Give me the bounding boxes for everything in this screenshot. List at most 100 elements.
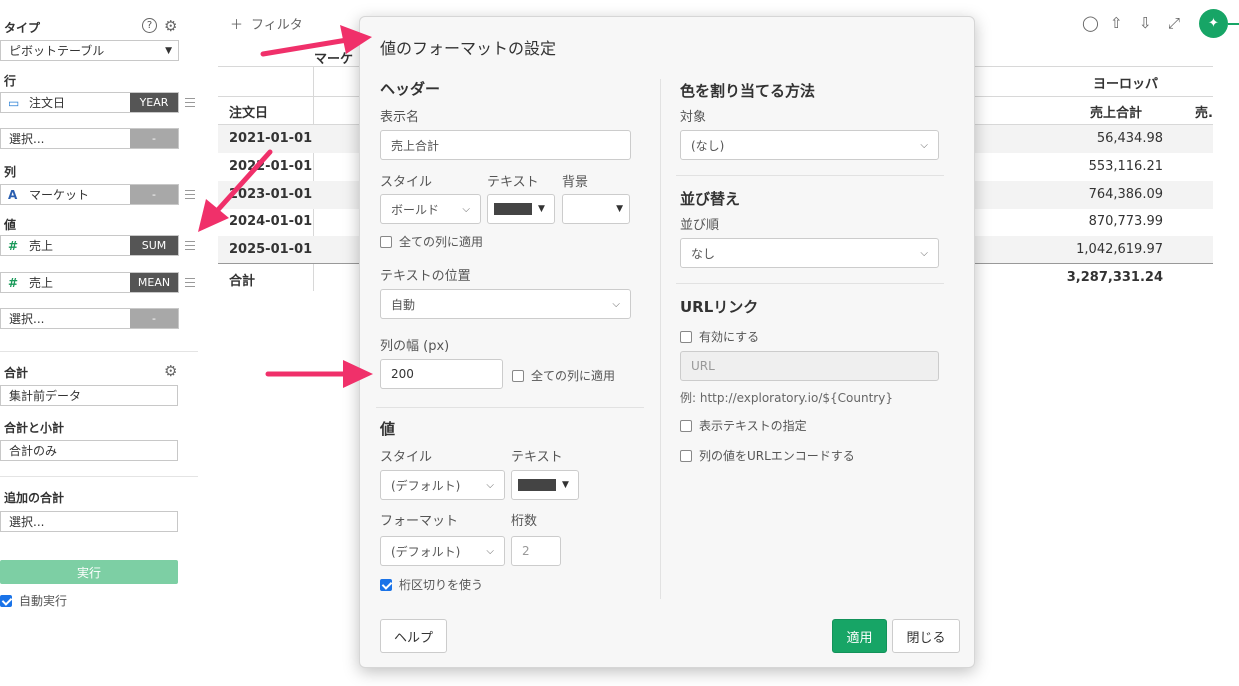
col-width-input[interactable]: 200	[380, 359, 503, 389]
download-icon[interactable]: ⇩	[1139, 14, 1152, 32]
digits-input[interactable]: 2	[511, 536, 561, 566]
display-name-label: 表示名	[380, 110, 420, 125]
col-field-menu-icon[interactable]	[185, 190, 195, 199]
number-type-icon: #	[8, 238, 19, 253]
caret-down-icon: ▼	[538, 204, 545, 214]
pin-icon[interactable]: ✦	[1199, 9, 1228, 38]
header-style-select[interactable]: ボールド ⌵	[380, 194, 481, 224]
row-field[interactable]: ▭ 注文日 YEAR	[0, 92, 179, 113]
total-label: 合計	[4, 366, 29, 380]
header-apply-all-checkbox[interactable]: 全ての列に適用	[380, 233, 483, 250]
value-field-2-menu-icon[interactable]	[185, 278, 195, 287]
close-button[interactable]: 閉じる	[892, 619, 960, 653]
thousands-sep-label: 桁区切りを使う	[399, 578, 484, 592]
total-select[interactable]: 集計前データ	[0, 385, 178, 406]
display-text-checkbox[interactable]: 表示テキストの指定	[680, 417, 807, 434]
run-button[interactable]: 実行	[0, 560, 178, 584]
color-swatch	[518, 479, 556, 491]
subtotal-label: 合計と小計	[4, 421, 65, 435]
target-label: 対象	[680, 110, 707, 125]
gear-icon[interactable]: ⚙	[164, 17, 177, 35]
checkbox-checked-icon[interactable]	[0, 594, 12, 607]
row-select-agg[interactable]: -	[130, 129, 178, 148]
extra-total-label: 追加の合計	[4, 491, 65, 505]
row-value: 56,434.98	[1096, 131, 1163, 146]
checkbox-icon[interactable]	[680, 449, 692, 462]
value-field-1-agg[interactable]: SUM	[130, 236, 178, 255]
header-bg-color-picker[interactable]: ▼	[562, 194, 630, 224]
url-encode-checkbox[interactable]: 列の値をURLエンコードする	[680, 447, 855, 464]
value-header-cut: 売.	[1195, 106, 1213, 121]
value-field-2-agg[interactable]: MEAN	[130, 273, 178, 292]
apply-button[interactable]: 適用	[832, 619, 887, 653]
total-row-label: 合計	[229, 274, 256, 289]
url-input[interactable]: URL	[680, 351, 939, 381]
calendar-icon: ▭	[8, 95, 20, 110]
extra-total-select[interactable]: 選択...	[0, 511, 178, 532]
target-select[interactable]: (なし) ⌵	[680, 130, 939, 160]
width-apply-all-checkbox[interactable]: 全ての列に適用	[512, 367, 615, 384]
filter-button[interactable]: ＋ フィルタ	[230, 14, 303, 33]
section-divider	[376, 407, 644, 408]
checkbox-checked-icon[interactable]	[380, 578, 392, 591]
thousands-sep-checkbox[interactable]: 桁区切りを使う	[380, 576, 483, 593]
value-text-color-picker[interactable]: ▼	[511, 470, 579, 500]
text-pos-label: テキストの位置	[380, 269, 471, 284]
target-value: (なし)	[691, 138, 725, 153]
row-field-menu-icon[interactable]	[185, 98, 195, 107]
sort-order-select[interactable]: なし ⌵	[680, 238, 939, 268]
value-field-1-name: 売上	[29, 239, 54, 253]
sort-order-label: 並び順	[680, 218, 720, 233]
row-date: 2023-01-01	[229, 187, 313, 202]
number-type-icon: #	[8, 275, 19, 290]
value-field-2[interactable]: # 売上 MEAN	[0, 272, 179, 293]
sort-section-title: 並び替え	[680, 190, 741, 208]
value-field-1-menu-icon[interactable]	[185, 241, 195, 250]
chevron-down-icon: ⌵	[612, 298, 620, 310]
col-field-agg[interactable]: -	[130, 185, 178, 204]
dialog-title: 値のフォーマットの設定	[380, 39, 557, 58]
row-select-name: 選択...	[9, 132, 45, 146]
value-text-label: テキスト	[511, 450, 563, 465]
value-header: 売上合計	[1090, 106, 1143, 121]
checkbox-icon[interactable]	[380, 235, 392, 248]
value-style-select[interactable]: (デフォルト) ⌵	[380, 470, 505, 500]
url-encode-label: 列の値をURLエンコードする	[699, 449, 855, 463]
header-text-color-picker[interactable]: ▼	[487, 194, 555, 224]
row-value: 870,773.99	[1088, 214, 1163, 229]
display-name-input[interactable]: 売上合計	[380, 130, 631, 160]
help-button[interactable]: ヘルプ	[380, 619, 447, 653]
url-example: 例: http://exploratory.io/${Country}	[680, 391, 893, 405]
auto-run-label: 自動実行	[19, 594, 68, 608]
subtotal-select[interactable]: 合計のみ	[0, 440, 178, 461]
checkbox-icon[interactable]	[512, 369, 524, 382]
auto-run-checkbox[interactable]: 自動実行	[0, 592, 67, 609]
checkbox-icon[interactable]	[680, 330, 692, 343]
pin-line	[1228, 23, 1239, 25]
row-select[interactable]: 選択... -	[0, 128, 179, 149]
value-select-agg[interactable]: -	[130, 309, 178, 328]
type-select[interactable]: ピボットテーブル ▼	[0, 40, 179, 61]
col-field[interactable]: A マーケット -	[0, 184, 179, 205]
header-style-label: スタイル	[380, 175, 433, 190]
row-header: 注文日	[229, 106, 269, 121]
chevron-down-icon: ⌵	[486, 479, 494, 491]
url-enable-checkbox[interactable]: 有効にする	[680, 328, 759, 345]
value-select[interactable]: 選択... -	[0, 308, 179, 329]
total-gear-icon[interactable]: ⚙	[164, 362, 177, 380]
extra-total-select-value: 選択...	[9, 515, 45, 529]
upload-icon[interactable]: ⇧	[1110, 14, 1123, 32]
format-select[interactable]: (デフォルト) ⌵	[380, 536, 505, 566]
header-bg-label: 背景	[562, 175, 589, 190]
url-enable-label: 有効にする	[699, 330, 760, 344]
text-pos-select[interactable]: 自動 ⌵	[380, 289, 631, 319]
total-row-value: 3,287,331.24	[1066, 270, 1163, 285]
help-icon[interactable]: ?	[142, 18, 157, 33]
url-section-title: URLリンク	[680, 298, 759, 316]
comment-icon[interactable]: ◯	[1082, 14, 1099, 32]
color-section-title: 色を割り当てる方法	[680, 82, 816, 100]
expand-icon[interactable]: ⤢	[1168, 14, 1180, 32]
row-field-agg[interactable]: YEAR	[130, 93, 178, 112]
checkbox-icon[interactable]	[680, 419, 692, 432]
value-field-1[interactable]: # 売上 SUM	[0, 235, 179, 256]
